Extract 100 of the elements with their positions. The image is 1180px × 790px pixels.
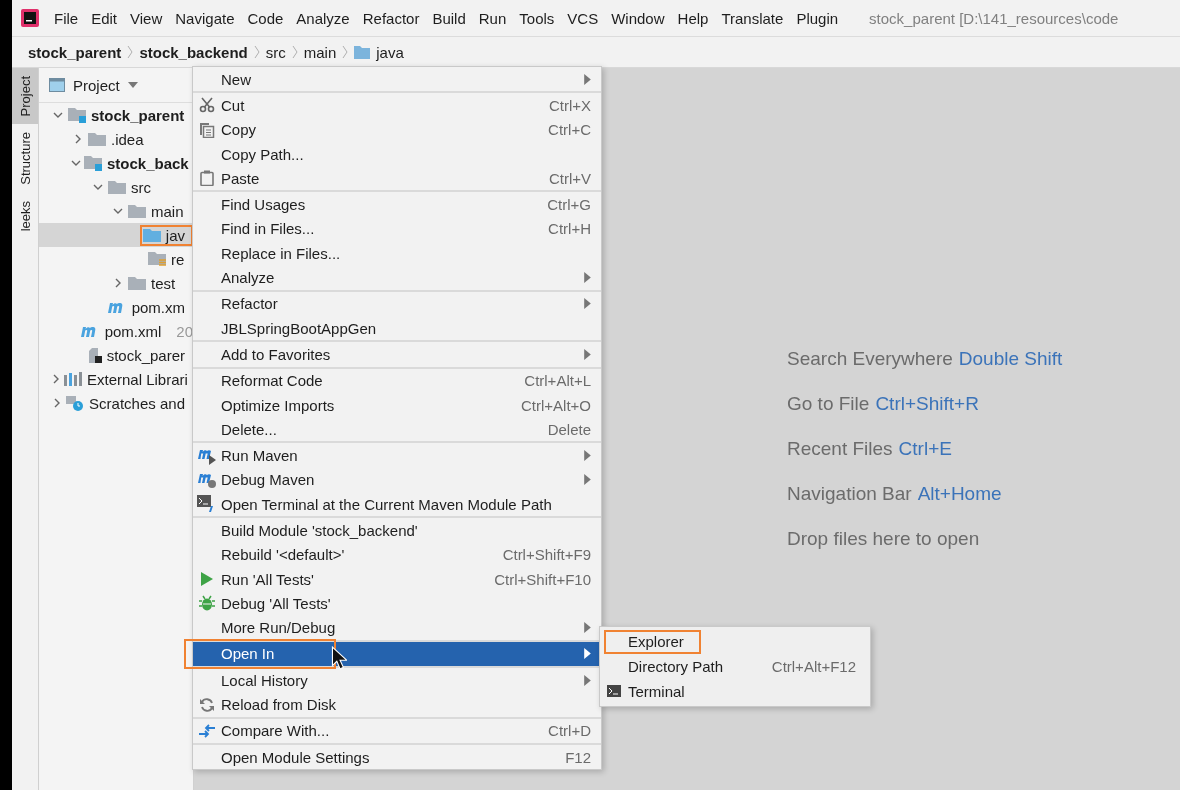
clipboard-icon (199, 170, 215, 187)
tree-row[interactable]: pom.xm (39, 295, 193, 319)
tree-label: pom.xm (131, 298, 185, 316)
tree-label: stock_back (107, 154, 189, 172)
menu-item[interactable]: Refactor (193, 291, 601, 316)
reload-icon (199, 696, 215, 713)
tree-label: Scratches and (89, 394, 185, 412)
menu-item[interactable]: Terminal (600, 678, 870, 704)
menu-item[interactable]: Reformat Code Ctrl+Alt+L (193, 368, 601, 393)
menu-item[interactable]: Open In (193, 641, 601, 667)
menu-item[interactable]: Refactor (362, 9, 420, 27)
menu-item[interactable]: Rebuild '<default>' Ctrl+Shift+F9 (193, 542, 601, 567)
tool-window-tab[interactable]: leeks (12, 193, 38, 240)
menu-item[interactable]: Find in Files... Ctrl+H (193, 216, 601, 242)
tree-row[interactable]: .idea (39, 127, 193, 151)
hint-shortcut: Double Shift (958, 348, 1063, 370)
terminal-icon (607, 685, 621, 698)
folder-icon (128, 204, 146, 218)
menu-item[interactable]: Build Module 'stock_backend' (193, 518, 601, 543)
folder-icon (108, 180, 126, 194)
tree-row[interactable]: External Librari (39, 367, 193, 391)
window-icon (49, 78, 65, 92)
breadcrumb-item[interactable]: main (303, 43, 337, 61)
menu-item[interactable]: New (193, 67, 601, 92)
menu-item[interactable]: Analyze (296, 9, 350, 27)
menu-item[interactable]: Local History (193, 668, 601, 693)
menu-item[interactable]: Directory Path Ctrl+Alt+F12 (600, 653, 870, 679)
hint-text: Navigation Bar (787, 483, 912, 505)
menu-item[interactable]: Run 'All Tests' Ctrl+Shift+F10 (193, 566, 601, 592)
breadcrumb-item[interactable]: src (265, 43, 286, 61)
menu-item[interactable]: Delete... Delete (193, 417, 601, 442)
menu-item[interactable]: Explorer (600, 628, 870, 654)
menu-item[interactable]: Find Usages Ctrl+G (193, 192, 601, 217)
menu-item[interactable]: VCS (567, 9, 599, 27)
chevron-icon (253, 45, 260, 59)
hint-shortcut: Ctrl+Shift+R (875, 393, 979, 415)
tree-row[interactable]: re (39, 247, 193, 271)
menu-item[interactable]: Add to Favorites (193, 342, 601, 367)
hint-text: Drop files here to open (787, 528, 980, 550)
tree-row[interactable]: stock_parent (39, 103, 193, 127)
tree-row[interactable]: Scratches and (39, 391, 193, 415)
module-folder-icon (68, 107, 86, 123)
tree-label: src (131, 178, 151, 196)
menu-item[interactable]: Cut Ctrl+X (193, 93, 601, 118)
libraries-icon (64, 372, 82, 386)
menu-item[interactable]: Run (478, 9, 507, 27)
menu-item[interactable]: Help (677, 9, 709, 27)
panel-title[interactable]: Project (73, 76, 120, 94)
breadcrumb-item[interactable]: stock_parent (28, 43, 122, 61)
menu-item[interactable]: Optimize Imports Ctrl+Alt+O (193, 392, 601, 418)
tree-label: pom.xml (104, 322, 162, 340)
menu-item[interactable]: View (130, 9, 163, 27)
scratches-icon (66, 395, 85, 411)
menu-item[interactable]: Reload from Disk (193, 692, 601, 717)
menu-item[interactable]: JBLSpringBootAppGen (193, 315, 601, 341)
bug-icon (199, 595, 215, 612)
tree-row[interactable]: pom.xml 20 (39, 319, 193, 343)
menu-item[interactable]: Copy Ctrl+C (193, 117, 601, 142)
menu-item[interactable]: Analyze (193, 265, 601, 290)
tree-row[interactable]: jav (39, 223, 193, 247)
menu-item[interactable]: Edit (91, 9, 118, 27)
chevron-icon (291, 45, 298, 59)
tree-row[interactable]: test (39, 271, 193, 295)
menu-item[interactable]: Open Terminal at the Current Maven Module Path (193, 492, 601, 517)
menu-item[interactable]: Translate (721, 9, 784, 27)
breadcrumb-item[interactable]: java (376, 43, 404, 61)
menu-item[interactable]: Copy Path... (193, 141, 601, 167)
menu-item[interactable]: Run Maven (193, 443, 601, 468)
menu-item[interactable]: File (54, 9, 79, 27)
hint-text: Recent Files (787, 438, 893, 460)
file-size-note: 20 (176, 322, 193, 340)
menu-item[interactable]: Code (247, 9, 284, 27)
breadcrumb-item[interactable]: stock_backend (139, 43, 248, 61)
tree-row[interactable]: stock_back (39, 151, 193, 175)
menu-item[interactable]: Build (432, 9, 466, 27)
tree-label: .idea (111, 130, 144, 148)
app-logo-icon[interactable] (20, 8, 40, 28)
menu-item[interactable]: Plugin (796, 9, 839, 27)
menu-item[interactable]: Open Module Settings F12 (193, 745, 601, 770)
menu-item[interactable]: Debug Maven (193, 467, 601, 493)
menu-item[interactable]: Window (611, 9, 665, 27)
menu-item[interactable]: Paste Ctrl+V (193, 166, 601, 191)
folder-icon (142, 228, 161, 242)
menu-item[interactable]: Tools (519, 9, 555, 27)
tree-row[interactable]: main (39, 199, 193, 223)
menu-item[interactable]: Navigate (175, 9, 235, 27)
folder-icon (128, 276, 146, 290)
run-icon (200, 571, 214, 588)
menu-item[interactable]: Replace in Files... (193, 241, 601, 266)
dropdown-caret-icon[interactable] (127, 82, 138, 88)
file-icon (87, 347, 102, 363)
hint-shortcut: Alt+Home (917, 483, 1002, 505)
tree-row[interactable]: src (39, 175, 193, 199)
menu-item[interactable]: Compare With... Ctrl+D (193, 718, 601, 743)
tool-window-tab[interactable]: Structure (12, 124, 38, 194)
tool-window-tab[interactable]: Project (12, 68, 38, 125)
menu-item[interactable]: Debug 'All Tests' (193, 591, 601, 616)
scissors-icon (199, 97, 215, 114)
menu-item[interactable]: More Run/Debug (193, 615, 601, 640)
tree-row[interactable]: stock_parer (39, 343, 193, 367)
